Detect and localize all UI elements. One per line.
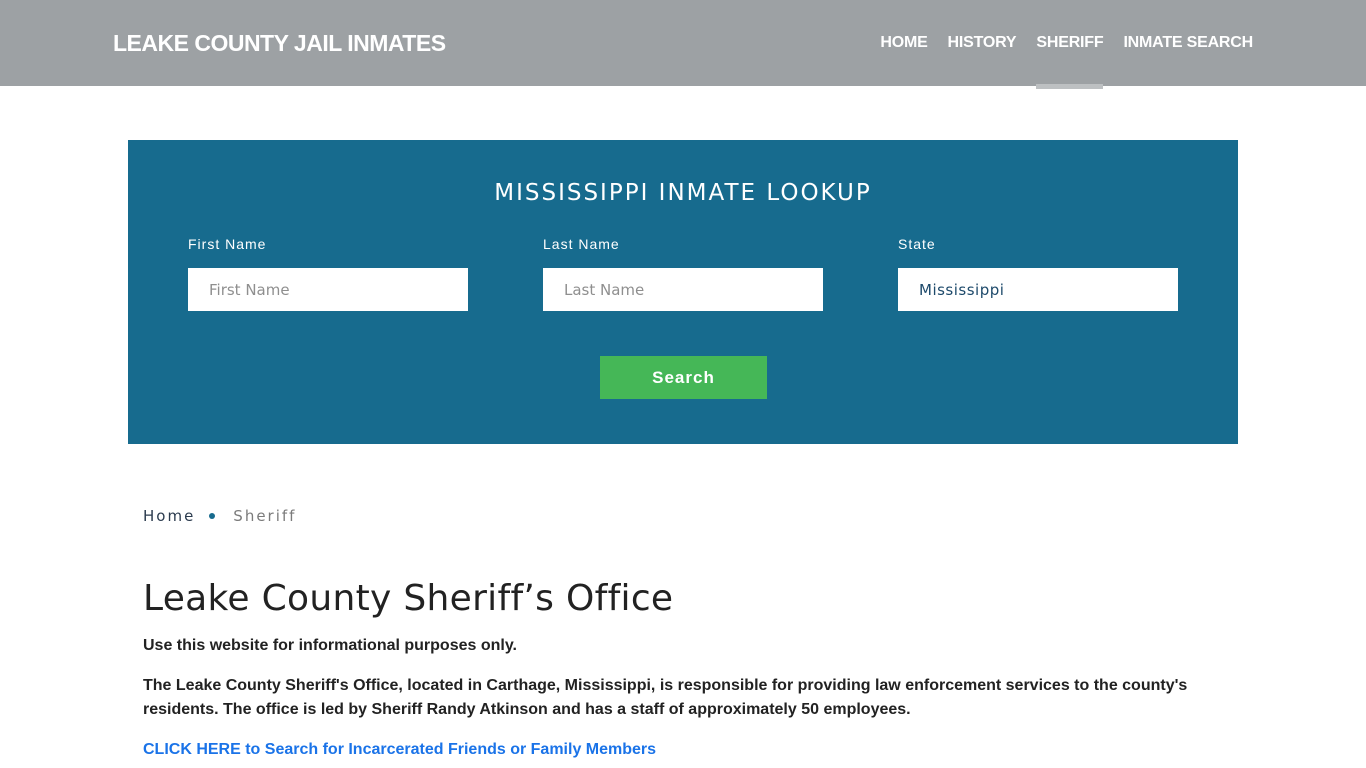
nav-home[interactable]: HOME xyxy=(880,0,927,86)
site-logo[interactable]: LEAKE COUNTY JAIL INMATES xyxy=(113,30,446,57)
nav-sheriff[interactable]: SHERIFF xyxy=(1036,0,1104,89)
breadcrumb-separator-icon xyxy=(209,513,216,519)
first-name-input[interactable] xyxy=(188,268,468,311)
disclaimer-text: Use this website for informational purpo… xyxy=(143,637,517,654)
last-name-label: Last Name xyxy=(543,236,620,252)
first-name-label: First Name xyxy=(188,236,267,252)
site-header: LEAKE COUNTY JAIL INMATES HOME HISTORY S… xyxy=(0,0,1366,89)
description-text: The Leake County Sheriff's Office, locat… xyxy=(143,677,1188,718)
state-group: State xyxy=(898,236,1178,311)
page-title: Leake County Sheriff’s Office xyxy=(143,578,674,619)
breadcrumb-home[interactable]: Home xyxy=(143,507,195,525)
lookup-title: MISSISSIPPI INMATE LOOKUP xyxy=(494,180,872,206)
last-name-group: Last Name xyxy=(543,236,823,311)
last-name-input[interactable] xyxy=(543,268,823,311)
state-label: State xyxy=(898,236,936,252)
search-inmates-link[interactable]: CLICK HERE to Search for Incarcerated Fr… xyxy=(143,738,656,762)
state-input[interactable] xyxy=(898,268,1178,311)
first-name-group: First Name xyxy=(188,236,468,311)
nav-history[interactable]: HISTORY xyxy=(948,0,1017,86)
breadcrumb: Home Sheriff xyxy=(143,507,296,525)
inmate-lookup-form: MISSISSIPPI INMATE LOOKUP First Name Las… xyxy=(128,140,1238,444)
breadcrumb-current: Sheriff xyxy=(233,507,297,525)
search-button[interactable]: Search xyxy=(600,356,767,399)
main-nav: HOME HISTORY SHERIFF INMATE SEARCH xyxy=(860,0,1253,89)
nav-inmate-search[interactable]: INMATE SEARCH xyxy=(1123,0,1253,86)
